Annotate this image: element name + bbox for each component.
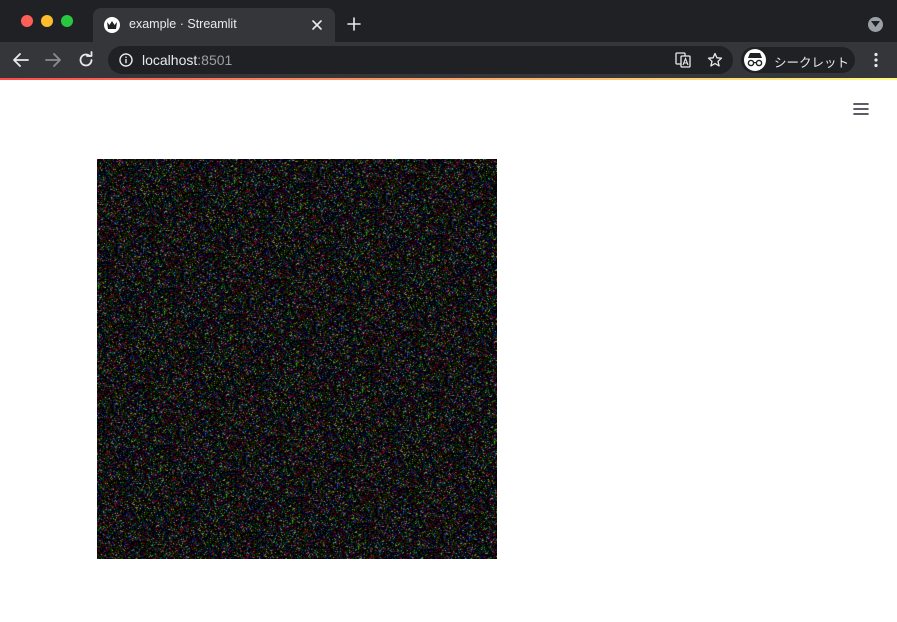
address-bar[interactable]: localhost:8501 — [108, 46, 733, 74]
window-maximize-button[interactable] — [61, 15, 73, 27]
streamlit-app — [0, 80, 897, 622]
browser-toolbar: localhost:8501 シークレット — [0, 42, 897, 78]
streamlit-crown-icon — [104, 17, 120, 33]
address-host: localhost — [142, 52, 198, 68]
arrow-right-icon[interactable] — [44, 51, 62, 69]
incognito-icon — [744, 49, 766, 71]
address-port: :8501 — [197, 52, 233, 68]
close-icon[interactable] — [309, 17, 325, 33]
plus-icon[interactable] — [346, 16, 362, 32]
kebab-menu-icon[interactable] — [867, 51, 885, 69]
info-icon[interactable] — [119, 53, 133, 67]
noise-image — [97, 159, 497, 559]
chevron-down-icon[interactable] — [868, 17, 883, 32]
hamburger-icon[interactable] — [851, 100, 871, 118]
star-icon[interactable] — [707, 52, 723, 68]
arrow-left-icon[interactable] — [12, 51, 30, 69]
tab-title: example · Streamlit — [129, 17, 237, 31]
incognito-label: シークレット — [774, 55, 850, 70]
incognito-profile-button[interactable]: シークレット — [741, 47, 855, 73]
reload-icon[interactable] — [77, 51, 95, 69]
window-minimize-button[interactable] — [41, 15, 53, 27]
browser-tab-active[interactable]: example · Streamlit — [93, 8, 335, 42]
noise-image-canvas — [97, 159, 497, 559]
address-url: localhost:8501 — [142, 52, 232, 68]
translate-icon[interactable] — [675, 52, 691, 68]
window-close-button[interactable] — [21, 15, 33, 27]
browser-tab-strip: example · Streamlit — [0, 0, 897, 42]
